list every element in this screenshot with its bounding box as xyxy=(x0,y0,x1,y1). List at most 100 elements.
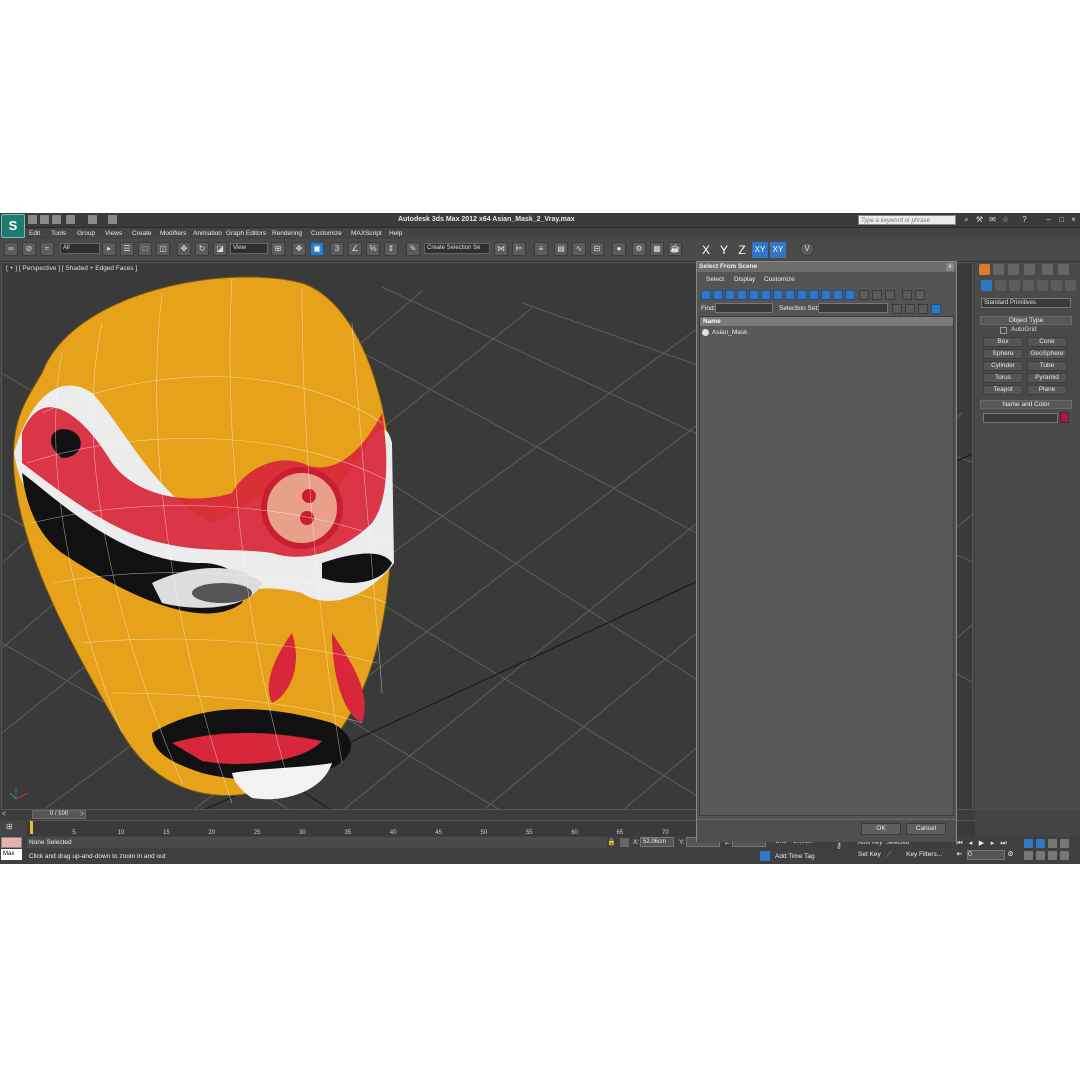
axis-z-button[interactable]: Z xyxy=(734,242,750,258)
lock-selection-icon[interactable]: 🔒 xyxy=(607,838,616,846)
display-space-warps-icon[interactable] xyxy=(761,290,771,300)
primitive-category-dropdown[interactable]: Standard Primitives xyxy=(981,298,1071,308)
name-column-header[interactable]: Name xyxy=(700,317,953,326)
new-file-icon[interactable] xyxy=(28,215,37,224)
name-and-color-rollout[interactable]: Name and Color xyxy=(980,400,1072,409)
systems-category-icon[interactable] xyxy=(1065,280,1076,291)
key-filters-button[interactable]: Key Filters... xyxy=(906,851,942,858)
torus-button[interactable]: Torus xyxy=(983,373,1023,383)
display-bones-icon[interactable] xyxy=(797,290,807,300)
autogrid-checkbox[interactable] xyxy=(1000,327,1007,334)
close-icon[interactable]: × xyxy=(1068,214,1079,225)
menu-tools[interactable]: Tools xyxy=(51,230,66,237)
select-and-rotate-icon[interactable]: ↻ xyxy=(195,242,209,256)
object-type-rollout[interactable]: Object Type xyxy=(980,316,1072,325)
open-file-icon[interactable] xyxy=(40,215,49,224)
search-input[interactable]: Type a keyword or phrase xyxy=(858,215,956,225)
selset-add-icon[interactable] xyxy=(892,304,902,314)
display-hidden-icon[interactable] xyxy=(833,290,843,300)
align-icon[interactable]: ⊨ xyxy=(512,242,526,256)
create-tab-icon[interactable] xyxy=(979,264,990,275)
material-editor-icon[interactable]: ● xyxy=(612,242,626,256)
selset-remove-icon[interactable] xyxy=(905,304,915,314)
rendered-frame-window-icon[interactable]: ▦ xyxy=(650,242,664,256)
scene-object-list[interactable]: Name Asian_Mask xyxy=(699,316,954,816)
snaps-toggle-icon[interactable]: 3 xyxy=(330,242,344,256)
add-time-tag-button[interactable]: Add Time Tag xyxy=(775,853,815,860)
time-tag-icon[interactable] xyxy=(760,851,770,861)
display-lights-icon[interactable] xyxy=(725,290,735,300)
set-key-button[interactable]: Set Key xyxy=(858,851,881,858)
menu-edit[interactable]: Edit xyxy=(29,230,40,237)
time-slider-handle[interactable]: 0 / 100 xyxy=(32,810,86,819)
current-frame-field[interactable]: 0 xyxy=(967,850,1005,860)
select-by-name-icon[interactable]: ☰ xyxy=(120,242,134,256)
bind-space-warp-icon[interactable]: ≈ xyxy=(40,242,54,256)
pan-view-icon[interactable] xyxy=(1036,851,1045,860)
key-tangent-icon[interactable]: ⟋ xyxy=(886,850,892,860)
geosphere-button[interactable]: GeoSphere xyxy=(1027,349,1067,359)
go-to-end-icon[interactable]: ⏭ xyxy=(999,839,1008,848)
pyramid-button[interactable]: Pyramid xyxy=(1027,373,1067,383)
project-folder-icon[interactable] xyxy=(108,215,117,224)
geometry-category-icon[interactable] xyxy=(981,280,992,291)
object-name-input[interactable] xyxy=(983,413,1058,423)
menu-create[interactable]: Create xyxy=(132,230,152,237)
favorites-icon[interactable]: ☆ xyxy=(1001,215,1010,224)
dialog-menu-customize[interactable]: Customize xyxy=(764,276,795,283)
window-crossing-icon[interactable]: ◫ xyxy=(156,242,170,256)
menu-animation[interactable]: Animation xyxy=(193,230,222,237)
cameras-category-icon[interactable] xyxy=(1023,280,1034,291)
previous-frame-icon[interactable]: ◂ xyxy=(966,839,975,848)
select-invert-icon[interactable] xyxy=(885,290,895,300)
search-icon[interactable]: ⌕ xyxy=(962,215,971,224)
motion-tab-icon[interactable] xyxy=(1024,264,1035,275)
display-shapes-icon[interactable] xyxy=(713,290,723,300)
menu-maxscript[interactable]: MAXScript xyxy=(351,230,382,237)
communication-center-icon[interactable]: ✉ xyxy=(988,215,997,224)
unlink-icon[interactable]: ⊘ xyxy=(22,242,36,256)
menu-graph-editors[interactable]: Graph Editors xyxy=(226,230,266,237)
zoom-extents-icon[interactable] xyxy=(1048,839,1057,848)
percent-snap-icon[interactable]: % xyxy=(366,242,380,256)
edit-named-selection-icon[interactable]: ✎ xyxy=(406,242,420,256)
box-button[interactable]: Box xyxy=(983,337,1023,347)
display-all-icon[interactable] xyxy=(845,290,855,300)
dialog-menu-select[interactable]: Select xyxy=(706,276,724,283)
display-groups-icon[interactable] xyxy=(773,290,783,300)
shapes-category-icon[interactable] xyxy=(995,280,1006,291)
display-tab-icon[interactable] xyxy=(1042,264,1053,275)
absolute-mode-icon[interactable] xyxy=(620,838,629,847)
key-icon[interactable]: ⚷ xyxy=(836,841,850,850)
save-file-icon[interactable] xyxy=(52,215,61,224)
select-object-icon[interactable]: ▸ xyxy=(102,242,116,256)
cylinder-button[interactable]: Cylinder xyxy=(983,361,1023,371)
menu-help[interactable]: Help xyxy=(389,230,402,237)
time-configuration-icon[interactable]: ⚙ xyxy=(1006,850,1015,859)
filter-toggle-icon[interactable] xyxy=(915,290,925,300)
graphite-ribbon-icon[interactable]: ▤ xyxy=(554,242,568,256)
spinner-snap-icon[interactable]: ⇕ xyxy=(384,242,398,256)
time-slider-right-icon[interactable]: > xyxy=(80,811,84,818)
undo-icon[interactable] xyxy=(66,215,75,224)
menu-rendering[interactable]: Rendering xyxy=(272,230,302,237)
dialog-menu-display[interactable]: Display xyxy=(734,276,755,283)
cancel-button[interactable]: Cancel xyxy=(906,823,946,835)
selection-set-dropdown[interactable] xyxy=(818,303,888,313)
tube-button[interactable]: Tube xyxy=(1027,361,1067,371)
next-frame-icon[interactable]: ▸ xyxy=(988,839,997,848)
render-production-icon[interactable]: ☕ xyxy=(668,242,682,256)
mini-curve-editor-icon[interactable]: ⊞ xyxy=(6,822,18,832)
mirror-icon[interactable]: ⋈ xyxy=(494,242,508,256)
pivot-center-icon[interactable]: ⊞ xyxy=(271,242,285,256)
maximize-icon[interactable]: □ xyxy=(1056,214,1067,225)
sphere-button[interactable]: Sphere xyxy=(983,349,1023,359)
vray-logo-icon[interactable]: V xyxy=(800,242,814,256)
modify-tab-icon[interactable] xyxy=(993,264,1004,275)
maximize-viewport-icon[interactable] xyxy=(1060,851,1069,860)
help-icon[interactable]: ? xyxy=(1020,215,1029,224)
object-color-swatch[interactable] xyxy=(1060,412,1069,423)
viewport-label[interactable]: [ + ] [ Perspective ] [ Shaded + Edged F… xyxy=(6,265,137,272)
display-xrefs-icon[interactable] xyxy=(785,290,795,300)
menu-views[interactable]: Views xyxy=(105,230,122,237)
